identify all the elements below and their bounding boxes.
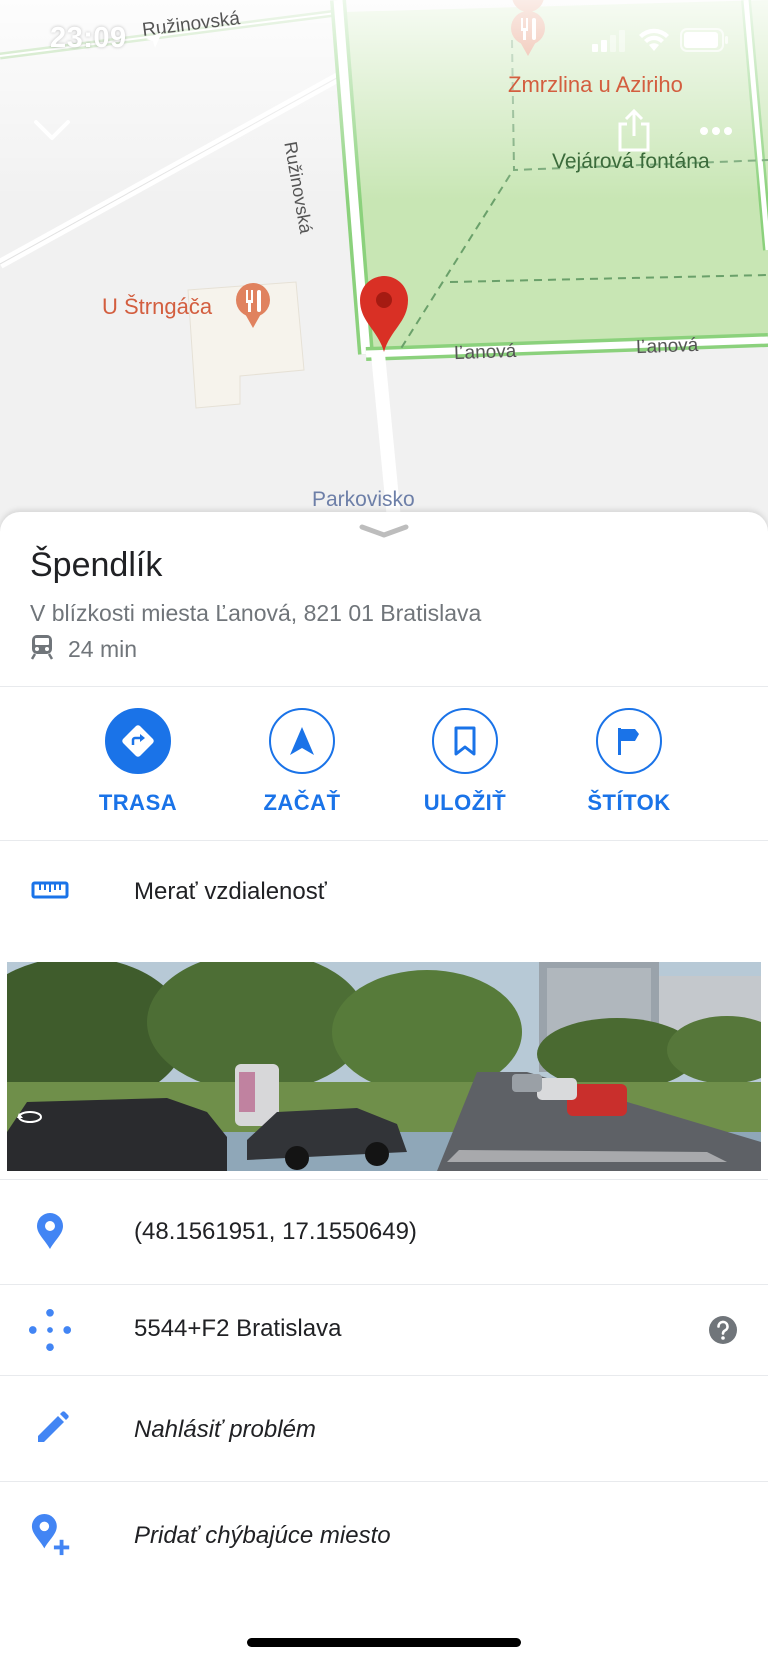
train-icon [30, 634, 54, 665]
location-pin-icon [28, 1212, 72, 1250]
share-icon [617, 108, 651, 157]
street-view-image [7, 962, 761, 1171]
place-address: V blízkosti miesta Ľanová, 821 01 Bratis… [30, 600, 482, 626]
coordinates-value: (48.1561951, 17.1550649) [134, 1218, 417, 1245]
start-navigation-button[interactable]: ZAČAŤ [232, 708, 372, 816]
poi-label[interactable]: U Štrngáča [102, 294, 212, 320]
street-label: Ľanová [635, 334, 699, 359]
status-time: 23:09 [50, 22, 127, 54]
ruler-icon [30, 880, 70, 900]
action-label: ZAČAŤ [263, 790, 341, 815]
add-location-icon [30, 1512, 74, 1558]
navigation-arrow-icon [269, 708, 335, 774]
map-view[interactable]: Ružinovská Ružinovská Zmrzlina u Aziriho… [0, 0, 768, 540]
more-options-button[interactable] [688, 104, 744, 160]
collapse-button[interactable] [24, 104, 80, 160]
action-label: TRASA [98, 790, 178, 815]
report-problem-label: Nahlásiť problém [134, 1416, 316, 1443]
battery-icon [680, 28, 730, 57]
share-button[interactable] [606, 104, 662, 160]
add-missing-place-row[interactable]: Pridať chýbajúce miesto [0, 1482, 768, 1586]
cellular-signal-icon [592, 30, 628, 57]
pencil-icon [30, 1410, 74, 1446]
place-title: Špendlík [30, 546, 163, 584]
report-problem-row[interactable]: Nahlásiť problém [0, 1376, 768, 1480]
street-label: Ľanová [453, 340, 517, 365]
directions-icon [105, 708, 171, 774]
plus-code-row[interactable]: 5544+F2 Bratislava [0, 1285, 768, 1375]
wifi-icon [638, 28, 670, 57]
status-bar: 23:09 [0, 0, 768, 84]
divider [0, 686, 768, 687]
directions-button[interactable]: TRASA [68, 708, 208, 816]
measure-distance-row[interactable]: Merať vzdialenosť [0, 842, 768, 946]
transit-info[interactable]: 24 min [30, 632, 137, 666]
save-button[interactable]: ULOŽIŤ [395, 708, 535, 816]
plus-code-icon [28, 1307, 72, 1353]
action-label: ULOŽIŤ [423, 790, 507, 815]
plus-code-value: 5544+F2 Bratislava [134, 1315, 342, 1342]
chevron-down-icon [33, 118, 71, 147]
home-indicator[interactable] [247, 1638, 521, 1647]
parking-label[interactable]: Parkovisko [312, 488, 415, 512]
add-missing-place-label: Pridať chýbajúce miesto [134, 1522, 391, 1549]
street-view-360-icon [17, 1110, 43, 1129]
location-arrow-icon [144, 30, 164, 55]
more-horizontal-icon [699, 123, 733, 141]
flag-icon [596, 708, 662, 774]
transit-time: 24 min [68, 635, 138, 662]
label-button[interactable]: ŠTÍTOK [559, 708, 699, 816]
divider [0, 840, 768, 841]
sheet-handle-icon[interactable] [358, 522, 410, 545]
bookmark-icon [432, 708, 498, 774]
measure-distance-label: Merať vzdialenosť [134, 878, 327, 905]
coordinates-row[interactable]: (48.1561951, 17.1550649) [0, 1180, 768, 1284]
street-view-thumbnail[interactable] [7, 962, 761, 1171]
help-icon[interactable] [708, 1315, 738, 1350]
action-label: ŠTÍTOK [587, 790, 671, 815]
